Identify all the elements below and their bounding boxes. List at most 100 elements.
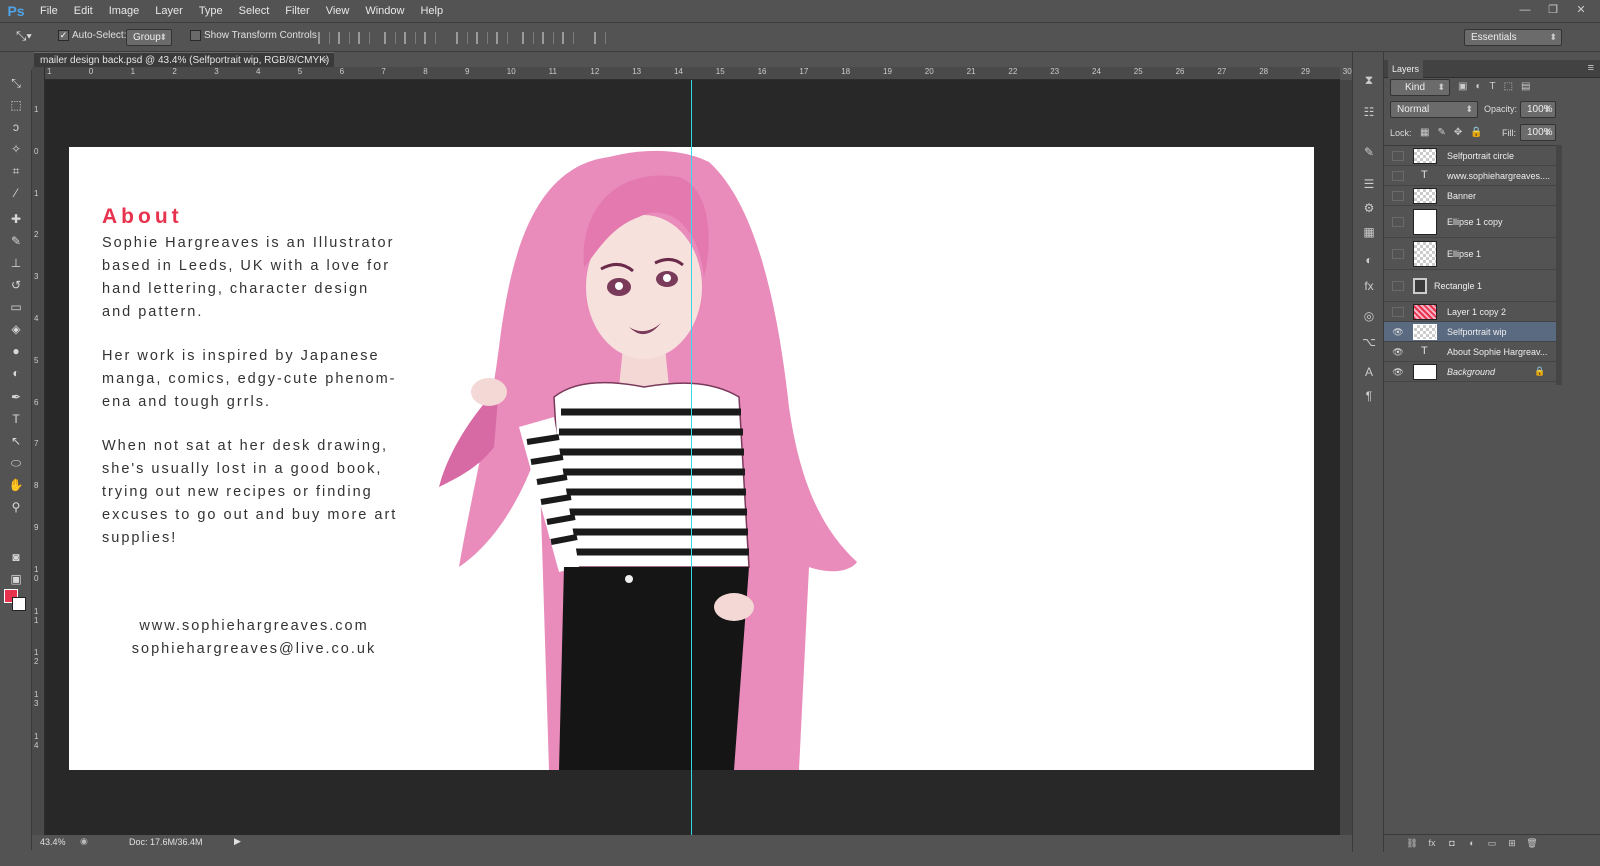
pen-tool-icon[interactable]: ✒	[6, 388, 26, 406]
menu-layer[interactable]: Layer	[147, 0, 191, 22]
menu-view[interactable]: View	[318, 0, 358, 22]
horizontal-ruler[interactable]: 1 0 1 2 3 4 5 6 7 8 9 10 11 12 13 14 15 16 17 18 19 20 21 22 23 2…	[45, 67, 1352, 80]
crop-tool-icon[interactable]: ⌗	[6, 162, 26, 180]
paint-bucket-tool-icon[interactable]: ◈	[6, 320, 26, 338]
align-hcenter-icon[interactable]	[404, 32, 416, 44]
swatches-panel-icon[interactable]: ▦	[1361, 224, 1377, 240]
blur-tool-icon[interactable]: ●	[6, 342, 26, 360]
distribute-right-icon[interactable]	[562, 32, 574, 44]
delete-layer-icon[interactable]: 🗑	[1526, 838, 1538, 850]
auto-align-icon[interactable]	[594, 32, 606, 44]
align-left-icon[interactable]	[384, 32, 396, 44]
menu-filter[interactable]: Filter	[277, 0, 317, 22]
lock-icons[interactable]: ▦✎✥🔒	[1420, 127, 1491, 138]
brush-panel-icon[interactable]: ✎	[1361, 144, 1377, 160]
layer-row-ellipse-1-copy[interactable]: Ellipse 1 copy	[1384, 206, 1556, 238]
zoom-tool-icon[interactable]: ⚲	[6, 498, 26, 516]
align-vcenter-icon[interactable]	[338, 32, 350, 44]
layer-row-rectangle-1[interactable]: Rectangle 1	[1384, 270, 1556, 302]
distribute-top-icon[interactable]	[456, 32, 468, 44]
marquee-tool-icon[interactable]: ⬚	[6, 96, 26, 114]
layer-row-website-text[interactable]: T www.sophiehargreaves....	[1384, 166, 1556, 186]
eye-icon[interactable]: 👁	[1392, 327, 1404, 337]
hand-tool-icon[interactable]: ✋	[6, 476, 26, 494]
path-selection-tool-icon[interactable]: ↖	[6, 432, 26, 450]
visibility-toggle[interactable]	[1392, 151, 1404, 161]
opacity-input[interactable]: 100%	[1520, 101, 1556, 118]
status-menu-arrow-icon[interactable]: ▶	[234, 836, 241, 847]
layer-row-banner[interactable]: Banner	[1384, 186, 1556, 206]
layer-row-background[interactable]: 👁 Background 🔒	[1384, 362, 1556, 382]
visibility-toggle[interactable]	[1392, 281, 1404, 291]
layer-row-selfportrait-circle[interactable]: Selfportrait circle	[1384, 146, 1556, 166]
menu-image[interactable]: Image	[101, 0, 148, 22]
visibility-toggle[interactable]	[1392, 307, 1404, 317]
dodge-tool-icon[interactable]: ◐	[6, 364, 26, 382]
move-tool-preset-icon[interactable]: ⤡▾	[16, 28, 32, 44]
show-transform-checkbox[interactable]: Show Transform Controls	[190, 30, 317, 41]
vertical-scrollbar[interactable]	[1340, 80, 1352, 835]
auto-select-checkbox[interactable]: ✓ Auto-Select:	[58, 30, 126, 41]
styles-panel-icon[interactable]: ⚙	[1361, 200, 1377, 216]
vertical-ruler[interactable]: 101234567891 01 11 21 31 4	[32, 67, 45, 835]
distribute-left-icon[interactable]	[522, 32, 534, 44]
layer-row-selfportrait-wip[interactable]: 👁 Selfportrait wip	[1384, 322, 1556, 342]
new-group-icon[interactable]: ▭	[1486, 838, 1498, 850]
document-tab[interactable]: mailer design back.psd @ 43.4% (Selfport…	[34, 52, 334, 67]
menu-select[interactable]: Select	[231, 0, 278, 22]
distribute-bottom-icon[interactable]	[496, 32, 508, 44]
layer-style-icon[interactable]: fx	[1426, 838, 1438, 850]
panel-menu-icon[interactable]: ≡	[1588, 62, 1594, 74]
paths-panel-icon[interactable]: ⌥	[1361, 334, 1377, 350]
new-layer-icon[interactable]: ⊞	[1506, 838, 1518, 850]
distribute-hcenter-icon[interactable]	[542, 32, 554, 44]
layers-tab[interactable]: Layers	[1388, 60, 1424, 78]
eye-icon[interactable]: 👁	[1392, 367, 1404, 377]
distribute-vcenter-icon[interactable]	[476, 32, 488, 44]
layer-row-layer-1-copy-2[interactable]: Layer 1 copy 2	[1384, 302, 1556, 322]
eraser-tool-icon[interactable]: ▭	[6, 298, 26, 316]
fx-panel-icon[interactable]: fx	[1361, 278, 1377, 294]
align-top-icon[interactable]	[318, 32, 330, 44]
quick-selection-tool-icon[interactable]: ✧	[6, 140, 26, 158]
properties-panel-icon[interactable]: ☷	[1361, 104, 1377, 120]
align-right-icon[interactable]	[424, 32, 436, 44]
menu-type[interactable]: Type	[191, 0, 231, 22]
menu-edit[interactable]: Edit	[66, 0, 101, 22]
menu-help[interactable]: Help	[412, 0, 451, 22]
move-tool-icon[interactable]: ⤡	[6, 74, 26, 92]
canvas-area[interactable]: About Sophie Hargreaves is an Illustrato…	[45, 80, 1340, 835]
layers-scrollbar[interactable]	[1556, 145, 1562, 385]
zoom-level[interactable]: 43.4%	[40, 837, 66, 847]
layer-row-about-text[interactable]: 👁 T About Sophie Hargreav...	[1384, 342, 1556, 362]
workspace-dropdown[interactable]: Essentials	[1464, 29, 1562, 46]
history-panel-icon[interactable]: ⧗	[1361, 72, 1377, 88]
visibility-toggle[interactable]	[1392, 217, 1404, 227]
close-icon[interactable]: ✕	[1570, 2, 1592, 18]
adjustments-panel-icon[interactable]: ☰	[1361, 176, 1377, 192]
auto-select-dropdown[interactable]: Group	[126, 29, 172, 46]
filter-icons[interactable]: ▣◐T⬚▤	[1458, 81, 1539, 92]
quick-mask-icon[interactable]: ◙	[6, 548, 26, 566]
adjustment-layer-icon[interactable]: ◐	[1466, 838, 1478, 850]
menu-file[interactable]: File	[32, 0, 66, 22]
minimize-icon[interactable]: —	[1514, 2, 1536, 18]
fill-input[interactable]: 100%	[1520, 124, 1556, 141]
ellipse-tool-icon[interactable]: ⬭	[6, 454, 26, 472]
menu-window[interactable]: Window	[357, 0, 412, 22]
blend-mode-dropdown[interactable]: Normal	[1390, 101, 1478, 118]
brush-tool-icon[interactable]: ✎	[6, 232, 26, 250]
layer-row-ellipse-1[interactable]: Ellipse 1	[1384, 238, 1556, 270]
status-info-icon[interactable]: ◉	[80, 836, 88, 847]
eyedropper-tool-icon[interactable]: ⁄	[6, 184, 26, 202]
layer-filter-dropdown[interactable]: Kind	[1390, 79, 1450, 96]
type-tool-icon[interactable]: T	[6, 410, 26, 428]
visibility-toggle[interactable]	[1392, 191, 1404, 201]
add-mask-icon[interactable]: ◘	[1446, 838, 1458, 850]
channels-panel-icon[interactable]: ◎	[1361, 308, 1377, 324]
clone-stamp-tool-icon[interactable]: ⊥	[6, 254, 26, 272]
screen-mode-icon[interactable]: ▣	[6, 570, 26, 588]
close-tab-icon[interactable]: ×	[322, 53, 328, 68]
paragraph-panel-icon[interactable]: ¶	[1361, 388, 1377, 404]
color-panel-icon[interactable]: ◐	[1361, 252, 1377, 268]
